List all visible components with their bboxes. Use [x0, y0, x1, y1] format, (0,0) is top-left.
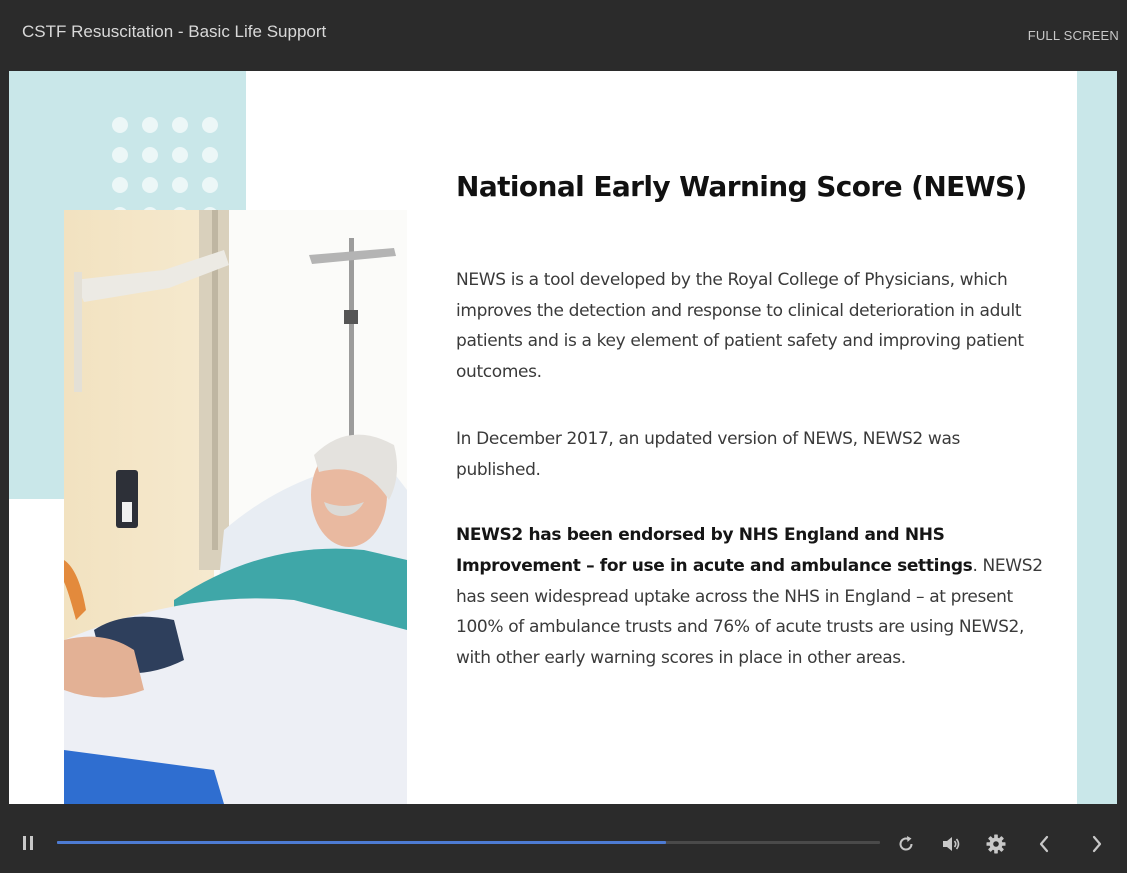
- patient-in-hospital-bed-photo: [64, 210, 407, 804]
- progress-bar[interactable]: [57, 841, 880, 844]
- previous-slide-button[interactable]: [1031, 831, 1057, 857]
- course-title: CSTF Resuscitation - Basic Life Support: [22, 22, 327, 41]
- volume-icon: [943, 837, 960, 851]
- next-slide-button[interactable]: [1084, 831, 1110, 857]
- slide-content: National Early Warning Score (NEWS) NEWS…: [456, 167, 1046, 674]
- replay-button[interactable]: [894, 832, 918, 856]
- volume-button[interactable]: [938, 832, 964, 856]
- replay-icon: [899, 836, 913, 851]
- chevron-right-icon: [1092, 835, 1102, 853]
- player-controls: [0, 804, 1127, 873]
- pause-button[interactable]: [18, 832, 38, 854]
- slide-title: National Early Warning Score (NEWS): [456, 170, 1027, 203]
- top-bar: CSTF Resuscitation - Basic Life Support …: [0, 0, 1127, 71]
- progress-bar-fill: [57, 841, 667, 844]
- pause-icon: [23, 836, 33, 850]
- chevron-left-icon: [1039, 835, 1049, 853]
- paragraph-news-intro: NEWS is a tool developed by the Royal Co…: [456, 270, 1024, 383]
- endorsement-bold-text: NEWS2 has been endorsed by NHS England a…: [456, 525, 973, 576]
- paragraph-news2-endorsement: NEWS2 has been endorsed by NHS England a…: [456, 520, 1046, 674]
- decorative-panel-right: [1077, 71, 1117, 804]
- settings-button[interactable]: [983, 831, 1009, 857]
- paragraph-news2-published: In December 2017, an updated version of …: [456, 428, 961, 480]
- gear-icon: [986, 834, 1006, 854]
- slide-canvas: National Early Warning Score (NEWS) NEWS…: [9, 71, 1117, 804]
- fullscreen-button[interactable]: FULL SCREEN: [1028, 28, 1119, 43]
